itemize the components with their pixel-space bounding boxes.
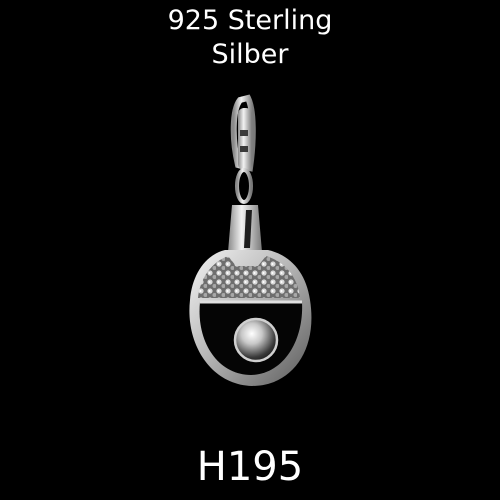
jump-ring (235, 168, 253, 204)
material-caption-line2: Silber (211, 39, 289, 70)
product-photo-frame: 925 Sterling Silber H195 (0, 0, 500, 500)
sterling-silver-charm-pendant (189, 94, 312, 386)
material-caption-line1: 925 Sterling (167, 5, 333, 36)
lobster-clasp (230, 94, 256, 172)
material-caption: 925 Sterling Silber (0, 4, 500, 72)
product-code: H195 (196, 444, 304, 490)
